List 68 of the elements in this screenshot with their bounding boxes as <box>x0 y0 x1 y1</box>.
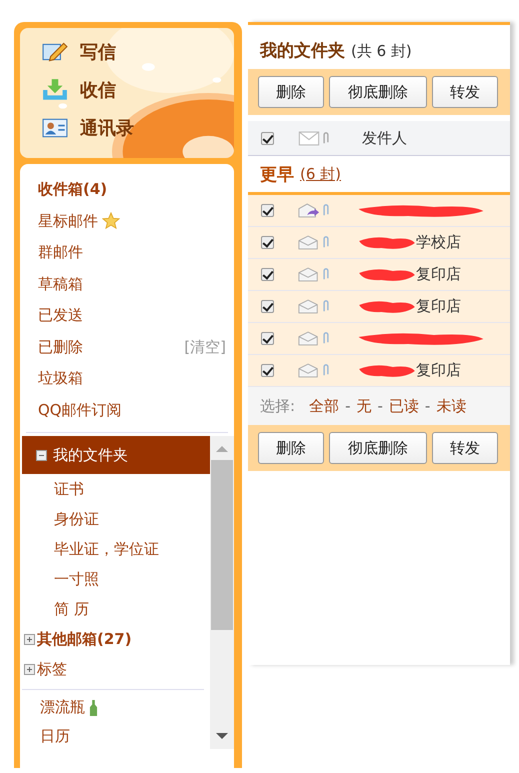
paperclip-icon <box>322 331 330 346</box>
quick-action-link[interactable]: 写信 <box>42 36 116 68</box>
sender-name: 复印店 <box>416 265 461 284</box>
row-checkbox[interactable] <box>261 364 274 377</box>
toolbar-button[interactable]: 删除 <box>258 432 324 464</box>
toolbar-button[interactable]: 彻底删除 <box>329 76 427 108</box>
paperclip-icon <box>322 235 330 250</box>
folder-item[interactable]: 其他邮箱(27) <box>22 624 210 654</box>
download-tray-icon <box>42 79 68 101</box>
row-checkbox[interactable] <box>261 300 274 313</box>
select-filter-link[interactable]: 无 <box>356 396 372 416</box>
toolbar-button[interactable]: 转发 <box>432 432 498 464</box>
separator-text: - <box>345 397 350 415</box>
column-header: 发件人 <box>362 128 407 148</box>
contact-card-icon <box>42 117 68 139</box>
toolbar-button[interactable]: 彻底删除 <box>329 432 427 464</box>
mailbox-link[interactable]: 草稿箱 <box>38 274 83 294</box>
group-count-link[interactable]: (6 封) <box>300 164 342 184</box>
folder-item[interactable]: 我的文件夹 <box>22 436 210 474</box>
mailbox-link[interactable]: 已发送 <box>38 306 83 326</box>
sender-name: 学校店 <box>416 233 461 252</box>
mailbox-link[interactable]: 收件箱(4) <box>38 180 108 200</box>
paperclip-icon <box>322 203 330 218</box>
bottle-icon <box>89 700 98 716</box>
subfolder-link[interactable]: 一寸照 <box>54 570 99 588</box>
paperclip-icon <box>322 130 330 146</box>
row-checkbox[interactable] <box>261 236 274 249</box>
star-icon <box>102 212 120 230</box>
row-checkbox[interactable] <box>261 268 274 281</box>
quick-action-link[interactable]: 通讯录 <box>42 112 134 144</box>
mailbox-link[interactable]: 星标邮件 <box>38 212 98 231</box>
subfolder-link[interactable]: 简 历 <box>54 600 89 618</box>
select-filter-link[interactable]: 未读 <box>436 396 466 416</box>
subfolder-link[interactable]: 证书 <box>54 480 84 498</box>
row-checkbox[interactable] <box>261 332 274 345</box>
paperclip-icon <box>322 299 330 314</box>
expand-toggle-icon[interactable] <box>36 450 47 460</box>
subfolder-link[interactable]: 毕业证，学位证 <box>54 540 159 558</box>
select-filter-link[interactable]: 已读 <box>388 396 419 416</box>
scrollbar[interactable] <box>210 436 234 749</box>
toolbar-button[interactable]: 删除 <box>258 76 324 108</box>
envelope-icon <box>298 130 320 146</box>
quick-action-link[interactable]: 收信 <box>42 74 116 106</box>
mailbox-link[interactable]: 已删除 <box>38 338 83 357</box>
sender-name: 复印店 <box>416 297 461 316</box>
app-link[interactable]: 漂流瓶 <box>40 698 85 717</box>
toolbar-button[interactable]: 转发 <box>432 76 498 108</box>
separator-text: - <box>377 397 383 415</box>
expand-toggle-icon[interactable] <box>24 664 35 674</box>
mailbox-link[interactable]: 垃圾箱 <box>38 369 83 388</box>
expand-toggle-icon[interactable] <box>24 634 35 644</box>
select-all-checkbox[interactable] <box>261 132 274 144</box>
select-filter-link[interactable]: 全部 <box>309 396 340 416</box>
select-label: 选择: <box>260 396 296 416</box>
group-title: 更早 <box>260 164 294 186</box>
folder-item[interactable]: 标签 <box>22 654 210 684</box>
mailbox-link[interactable]: QQ邮件订阅 <box>38 400 122 420</box>
mail-count: (共 6 封) <box>351 42 412 61</box>
separator-text: - <box>424 397 430 415</box>
folder-title: 我的文件夹 <box>260 40 345 62</box>
app-link[interactable]: 日历 <box>40 727 70 746</box>
pencil-note-icon <box>42 41 68 63</box>
subfolder-link[interactable]: 身份证 <box>54 510 99 528</box>
mailbox-link[interactable]: 群邮件 <box>38 243 83 262</box>
paperclip-icon <box>322 267 330 282</box>
paperclip-icon <box>322 363 330 378</box>
sender-name: 复印店 <box>416 361 461 380</box>
row-checkbox[interactable] <box>261 204 274 217</box>
